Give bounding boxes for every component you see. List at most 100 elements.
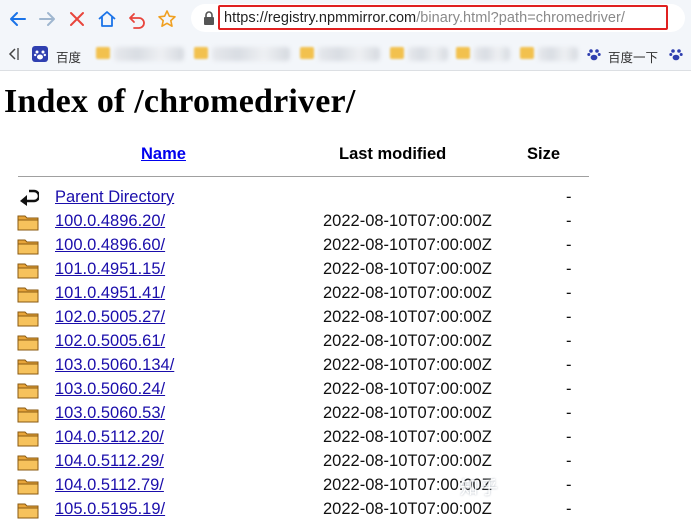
folder-icon [17, 335, 39, 351]
last-modified: 2022-08-10T07:00:00Z [323, 356, 492, 374]
blurred-bookmark[interactable] [408, 47, 448, 61]
size: - [566, 332, 572, 350]
table-row: 105.0.5195.19/2022-08-10T07:00:00Z - [0, 498, 691, 522]
table-row: 102.0.5005.61/2022-08-10T07:00:00Z - [0, 330, 691, 354]
last-modified: 2022-08-10T07:00:00Z [323, 236, 492, 254]
arrow-right-icon[interactable] [36, 8, 58, 30]
blurred-bookmark[interactable] [538, 47, 578, 61]
folder-icon [17, 263, 39, 279]
folder-icon [17, 455, 39, 471]
last-modified: 2022-08-10T07:00:00Z [323, 404, 492, 422]
folder-icon [17, 431, 39, 447]
size: - [566, 500, 572, 518]
table-row: 103.0.5060.53/2022-08-10T07:00:00Z - [0, 402, 691, 426]
last-modified: 2022-08-10T07:00:00Z [323, 500, 492, 518]
folder-icon [17, 239, 39, 255]
size: - [566, 476, 572, 494]
folder-icon [17, 287, 39, 303]
page-title: Index of /chromedriver/ [4, 83, 356, 120]
folder-link[interactable]: 101.0.4951.15/ [55, 260, 165, 279]
home-icon[interactable] [96, 8, 118, 30]
folder-icon [17, 479, 39, 495]
url-highlight-box [218, 5, 668, 30]
collapse-sidebar-icon[interactable] [6, 46, 20, 62]
browser-toolbar: https://registry.npmmirror.com/binary.ht… [0, 0, 691, 38]
parent-size: - [566, 188, 572, 206]
folder-icon [17, 503, 39, 519]
column-header-size: Size [527, 145, 561, 163]
folder-icon [520, 47, 534, 59]
arrow-left-icon[interactable] [7, 8, 29, 30]
last-modified: 2022-08-10T07:00:00Z [323, 380, 492, 398]
last-modified: 2022-08-10T07:00:00Z [323, 428, 492, 446]
size: - [566, 452, 572, 470]
size: - [566, 404, 572, 422]
size: - [566, 284, 572, 302]
blurred-bookmark[interactable] [318, 47, 380, 61]
table-row: 103.0.5060.24/2022-08-10T07:00:00Z - [0, 378, 691, 402]
size: - [566, 308, 572, 326]
star-icon[interactable] [156, 8, 178, 30]
folder-icon [17, 359, 39, 375]
size: - [566, 236, 572, 254]
size: - [566, 260, 572, 278]
folder-link[interactable]: 101.0.4951.41/ [55, 284, 165, 303]
folder-icon [456, 47, 470, 59]
table-row: 100.0.4896.60/2022-08-10T07:00:00Z - [0, 234, 691, 258]
blurred-bookmark[interactable] [212, 47, 290, 61]
folder-icon [17, 383, 39, 399]
folder-icon [300, 47, 314, 59]
folder-link[interactable]: 100.0.4896.60/ [55, 236, 165, 255]
parent-directory-link[interactable]: Parent Directory [55, 188, 174, 207]
folder-link[interactable]: 104.0.5112.29/ [55, 452, 164, 471]
table-row: 101.0.4951.15/2022-08-10T07:00:00Z - [0, 258, 691, 282]
baidu-paw-icon [669, 49, 683, 61]
back-arrow-icon [20, 189, 39, 206]
folder-icon [194, 47, 208, 59]
folder-icon [17, 407, 39, 423]
bookmark-baidu[interactable]: 百度 [56, 47, 81, 66]
last-modified: 2022-08-10T07:00:00Z [323, 260, 492, 278]
folder-icon [390, 47, 404, 59]
folder-link[interactable]: 102.0.5005.27/ [55, 308, 165, 327]
folder-link[interactable]: 100.0.4896.20/ [55, 212, 165, 231]
folder-link[interactable]: 105.0.5195.19/ [55, 500, 165, 519]
blurred-bookmark[interactable] [114, 47, 184, 61]
column-header-last-modified: Last modified [339, 145, 447, 163]
table-row: 104.0.5112.29/2022-08-10T07:00:00Z - [0, 450, 691, 474]
folder-icon [96, 47, 110, 59]
baidu-paw-icon [32, 46, 48, 62]
size: - [566, 212, 572, 230]
last-modified: 2022-08-10T07:00:00Z [323, 212, 492, 230]
close-icon[interactable] [66, 8, 88, 30]
folder-link[interactable]: 103.0.5060.24/ [55, 380, 165, 399]
last-modified: 2022-08-10T07:00:00Z [323, 308, 492, 326]
folder-link[interactable]: 102.0.5005.61/ [55, 332, 165, 351]
baidu-paw-icon [587, 49, 601, 61]
table-row: 101.0.4951.41/2022-08-10T07:00:00Z - [0, 282, 691, 306]
last-modified: 2022-08-10T07:00:00Z [323, 452, 492, 470]
folder-icon [17, 311, 39, 327]
size: - [566, 356, 572, 374]
folder-link[interactable]: 104.0.5112.79/ [55, 476, 164, 495]
table-row: 100.0.4896.20/2022-08-10T07:00:00Z - [0, 210, 691, 234]
last-modified: 2022-08-10T07:00:00Z [323, 284, 492, 302]
undo-icon[interactable] [126, 8, 148, 30]
folder-link[interactable]: 103.0.5060.53/ [55, 404, 165, 423]
parent-directory-row: Parent Directory - [0, 186, 691, 210]
bookmark-baidu-search[interactable]: 百度一下 [608, 47, 658, 66]
table-row: 103.0.5060.134/2022-08-10T07:00:00Z - [0, 354, 691, 378]
table-row: 104.0.5112.20/2022-08-10T07:00:00Z - [0, 426, 691, 450]
column-header-name[interactable]: Name [141, 145, 186, 164]
table-row: 104.0.5112.79/2022-08-10T07:00:00Z - [0, 474, 691, 498]
last-modified: 2022-08-10T07:00:00Z [323, 332, 492, 350]
bookmarks-bar: 百度 百度一下 [0, 38, 691, 71]
watermark: 知乎 [460, 478, 500, 498]
folder-link[interactable]: 103.0.5060.134/ [55, 356, 174, 375]
blurred-bookmark[interactable] [474, 47, 510, 61]
folder-icon [17, 215, 39, 231]
lock-icon [204, 11, 214, 25]
folder-link[interactable]: 104.0.5112.20/ [55, 428, 164, 447]
header-divider [18, 176, 589, 177]
size: - [566, 428, 572, 446]
